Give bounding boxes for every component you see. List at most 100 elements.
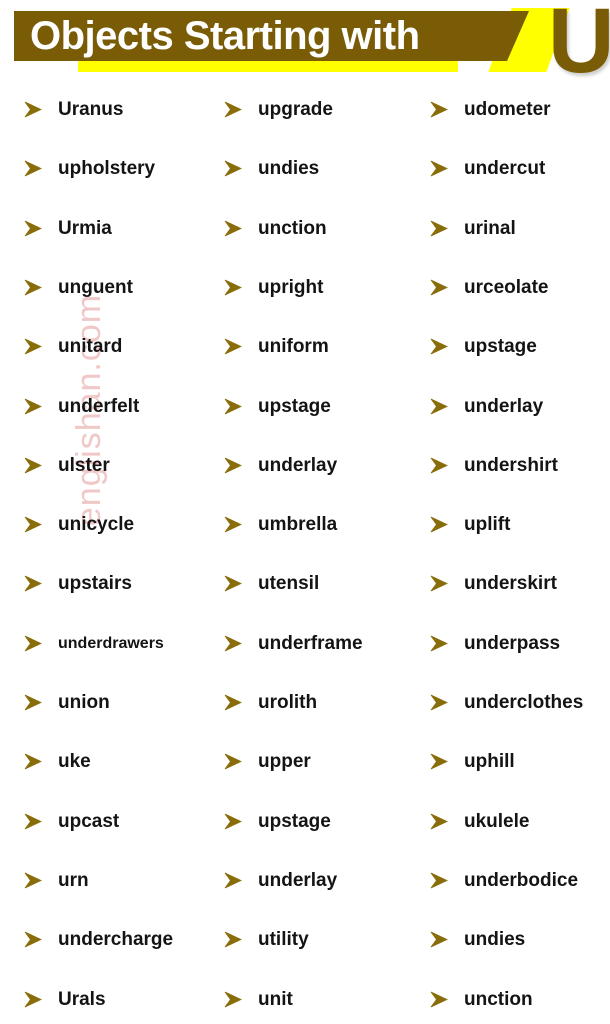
word-list-item: undies xyxy=(428,923,610,957)
arrowhead-bullet-icon xyxy=(224,101,242,118)
word-list-item: urinal xyxy=(428,212,610,246)
word-label: undies xyxy=(464,929,526,951)
word-label: unicycle xyxy=(58,514,135,536)
arrowhead-bullet-icon xyxy=(224,160,242,177)
arrowhead-bullet-icon xyxy=(224,813,242,829)
word-list-item: undies xyxy=(222,152,422,186)
word-list-item: uphill xyxy=(428,745,610,779)
arrowhead-bullet-icon xyxy=(430,101,448,118)
word-label: upstairs xyxy=(58,573,132,595)
word-list-item: upright xyxy=(222,271,422,305)
word-label: upstage xyxy=(258,395,331,417)
word-list-item: union xyxy=(22,686,222,720)
word-list-item: utility xyxy=(222,923,422,957)
arrowhead-bullet-icon xyxy=(224,635,242,652)
arrowhead-bullet-icon xyxy=(430,338,448,355)
arrowhead-bullet-icon xyxy=(224,576,242,592)
word-label: urn xyxy=(58,869,89,891)
word-list-item: underlay xyxy=(222,864,422,898)
arrowhead-bullet-icon xyxy=(24,220,42,236)
word-label: urinal xyxy=(464,217,516,239)
word-list-item: upcast xyxy=(22,805,222,839)
word-label: Urmia xyxy=(58,217,112,239)
arrowhead-bullet-icon xyxy=(224,338,242,355)
word-list-item: underframe xyxy=(222,627,422,661)
word-list-item: upstairs xyxy=(22,567,222,601)
word-list-item: underbodice xyxy=(428,864,610,898)
arrowhead-bullet-icon xyxy=(24,694,42,711)
word-label: ulster xyxy=(58,454,110,476)
word-label: underlay xyxy=(258,869,338,891)
word-list-item: upstage xyxy=(428,330,610,364)
word-list-item: utensil xyxy=(222,567,422,601)
word-list-item: underlay xyxy=(222,449,422,483)
arrowhead-bullet-icon xyxy=(224,991,242,1007)
word-list-item: upstage xyxy=(222,390,422,424)
word-list-item: underpass xyxy=(428,627,610,661)
word-list-item: unguent xyxy=(22,271,222,305)
word-label: upright xyxy=(258,276,324,298)
arrowhead-bullet-icon xyxy=(24,457,42,474)
arrowhead-bullet-icon xyxy=(224,398,242,414)
word-label: uphill xyxy=(464,751,515,773)
arrowhead-bullet-icon xyxy=(430,279,448,296)
word-list-item: upgrade xyxy=(222,93,422,127)
banner-letter-u: U xyxy=(548,0,610,92)
word-list-item: ulster xyxy=(22,449,222,483)
word-list-item: Uranus xyxy=(22,93,222,127)
word-label: umbrella xyxy=(258,514,338,536)
arrowhead-bullet-icon xyxy=(24,338,42,355)
word-label: unction xyxy=(464,988,533,1010)
word-list-item: unction xyxy=(428,983,610,1017)
word-label: upstage xyxy=(258,810,331,832)
word-list-item: undercharge xyxy=(22,923,222,957)
arrowhead-bullet-icon xyxy=(24,872,42,889)
arrowhead-bullet-icon xyxy=(24,753,42,770)
word-label: ukulele xyxy=(464,810,530,832)
word-list-item: unit xyxy=(222,983,422,1017)
word-list-item: underskirt xyxy=(428,567,610,601)
arrowhead-bullet-icon xyxy=(224,220,242,236)
arrowhead-bullet-icon xyxy=(24,398,42,414)
arrowhead-bullet-icon xyxy=(24,516,42,533)
word-list-item: urceolate xyxy=(428,271,610,305)
header-banner: Objects Starting with U xyxy=(0,0,610,88)
word-label: upgrade xyxy=(258,99,333,120)
word-list-item: undercut xyxy=(428,152,610,186)
word-label: underclothes xyxy=(464,692,584,713)
word-list-item: upper xyxy=(222,745,422,779)
word-label: underfelt xyxy=(58,395,140,417)
arrowhead-bullet-icon xyxy=(224,931,242,948)
arrowhead-bullet-icon xyxy=(24,279,42,296)
word-label: utility xyxy=(258,929,309,951)
word-column-3: udometer undercut urinal urceolate upstage un… xyxy=(428,88,610,1024)
arrowhead-bullet-icon xyxy=(24,635,42,652)
word-list-item: underclothes xyxy=(428,686,610,720)
word-list-item: Urmia xyxy=(22,212,222,246)
word-label: underlay xyxy=(464,395,544,417)
arrowhead-bullet-icon xyxy=(430,694,448,711)
word-label: union xyxy=(58,692,110,713)
word-column-2: upgrade undies unction upright uniform upstag… xyxy=(222,88,422,1024)
word-list-item: underfelt xyxy=(22,390,222,424)
arrowhead-bullet-icon xyxy=(224,516,242,533)
word-label: underlay xyxy=(258,454,338,476)
word-label: Urals xyxy=(58,988,106,1010)
word-label: urolith xyxy=(258,692,318,713)
word-label: unit xyxy=(258,988,293,1010)
arrowhead-bullet-icon xyxy=(224,753,242,770)
word-label: undies xyxy=(258,158,320,180)
word-list-item: Urals xyxy=(22,983,222,1017)
word-label: unitard xyxy=(58,336,123,358)
word-label: unguent xyxy=(58,276,133,298)
word-label: unction xyxy=(258,217,327,239)
word-list-item: undershirt xyxy=(428,449,610,483)
word-list-item: urolith xyxy=(222,686,422,720)
word-list-item: unitard xyxy=(22,330,222,364)
word-grid: Uranus upholstery Urmia unguent unitard under… xyxy=(0,88,610,1024)
arrowhead-bullet-icon xyxy=(430,635,448,652)
word-list-item: uniform xyxy=(222,330,422,364)
word-label: uniform xyxy=(258,336,329,358)
arrowhead-bullet-icon xyxy=(24,991,42,1007)
arrowhead-bullet-icon xyxy=(430,516,448,533)
